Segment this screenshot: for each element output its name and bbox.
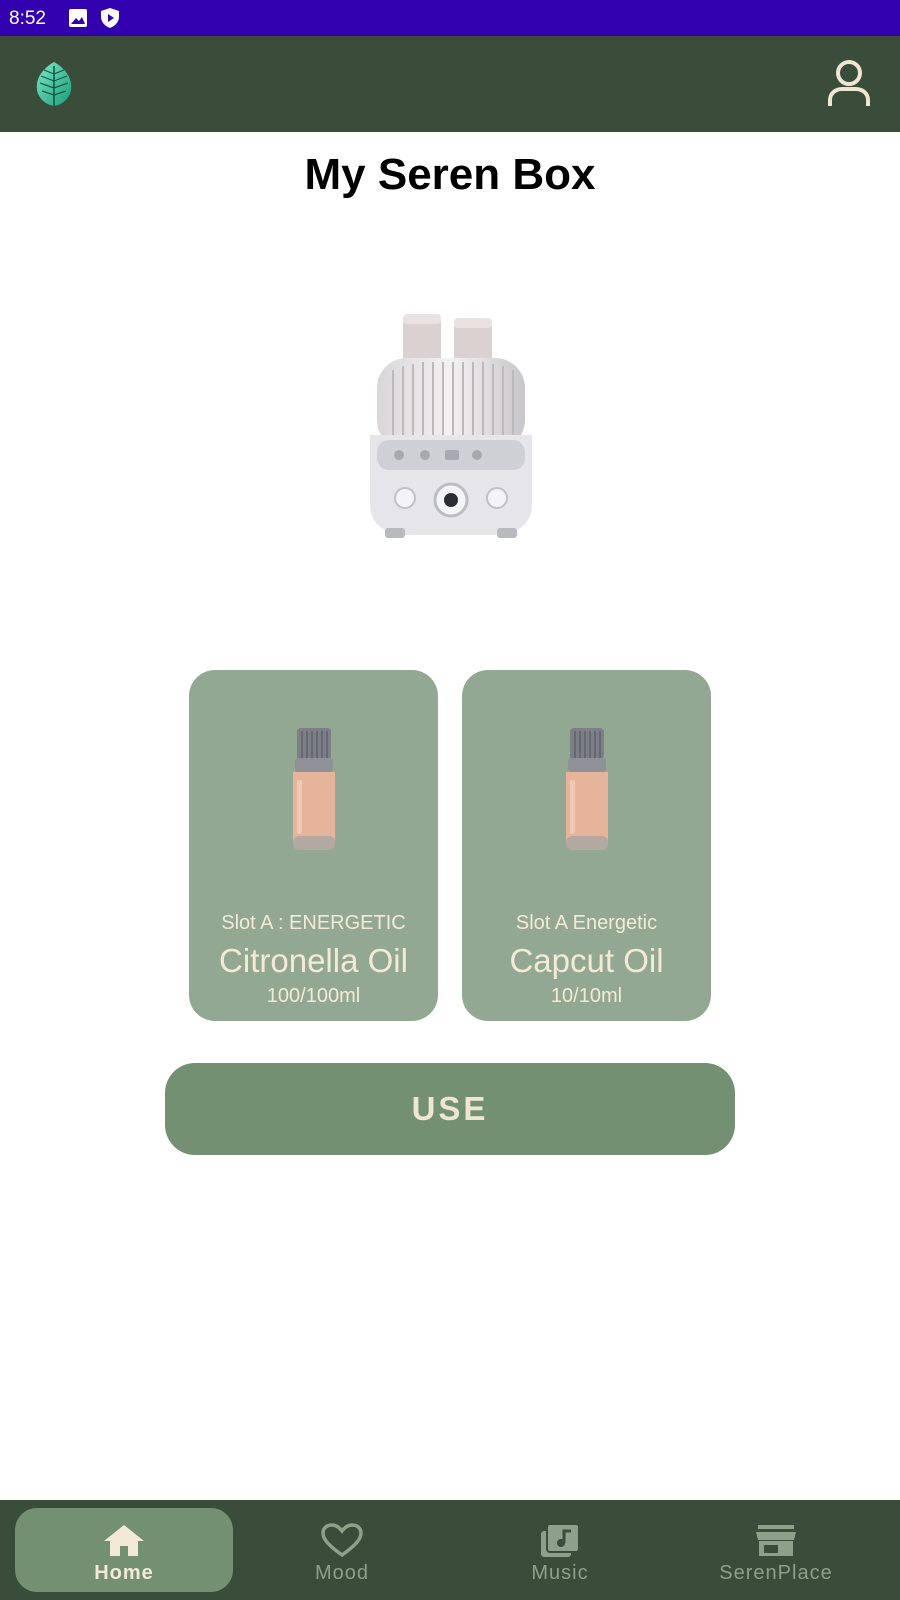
- diffuser-device-image: [355, 300, 545, 550]
- nav-item-home[interactable]: Home: [15, 1508, 233, 1592]
- nav-item-serenplace[interactable]: SerenPlace: [667, 1508, 885, 1592]
- leaf-logo-icon: [32, 60, 76, 108]
- status-time: 8:52: [9, 8, 46, 29]
- nav-item-mood[interactable]: Mood: [233, 1508, 451, 1592]
- page-title: My Seren Box: [304, 150, 596, 199]
- slot-label: Slot A : ENERGETIC: [221, 912, 406, 934]
- use-button[interactable]: USE: [165, 1063, 735, 1155]
- store-icon: [754, 1522, 798, 1558]
- oil-name: Citronella Oil: [219, 942, 408, 979]
- slot-label: Slot A Energetic: [515, 912, 658, 934]
- nav-item-music[interactable]: Music: [451, 1508, 669, 1592]
- nav-label: SerenPlace: [719, 1562, 833, 1584]
- slot-card-citronella[interactable]: Slot A : ENERGETIC Citronella Oil 100/10…: [189, 670, 438, 1021]
- profile-button[interactable]: [824, 58, 874, 110]
- slot-card-capcut[interactable]: Slot A Energetic Capcut Oil 10/10ml: [462, 670, 711, 1021]
- music-library-icon: [538, 1522, 582, 1558]
- bottom-nav: Home Mood Music SerenPlace: [0, 1500, 900, 1600]
- home-icon: [102, 1522, 146, 1558]
- oil-volume: 10/10ml: [550, 985, 623, 1007]
- nav-label: Mood: [314, 1562, 370, 1584]
- heart-icon: [320, 1522, 364, 1558]
- app-bar: [0, 36, 900, 132]
- image-icon: [67, 7, 89, 29]
- oil-bottle-icon: [560, 728, 614, 850]
- nav-label: Home: [94, 1562, 154, 1584]
- oil-volume: 100/100ml: [266, 985, 361, 1007]
- nav-label: Music: [531, 1562, 589, 1584]
- shield-icon: [99, 7, 121, 29]
- oil-name: Capcut Oil: [509, 942, 664, 979]
- status-bar: 8:52: [0, 0, 900, 36]
- person-icon: [828, 60, 870, 106]
- oil-bottle-icon: [287, 728, 341, 850]
